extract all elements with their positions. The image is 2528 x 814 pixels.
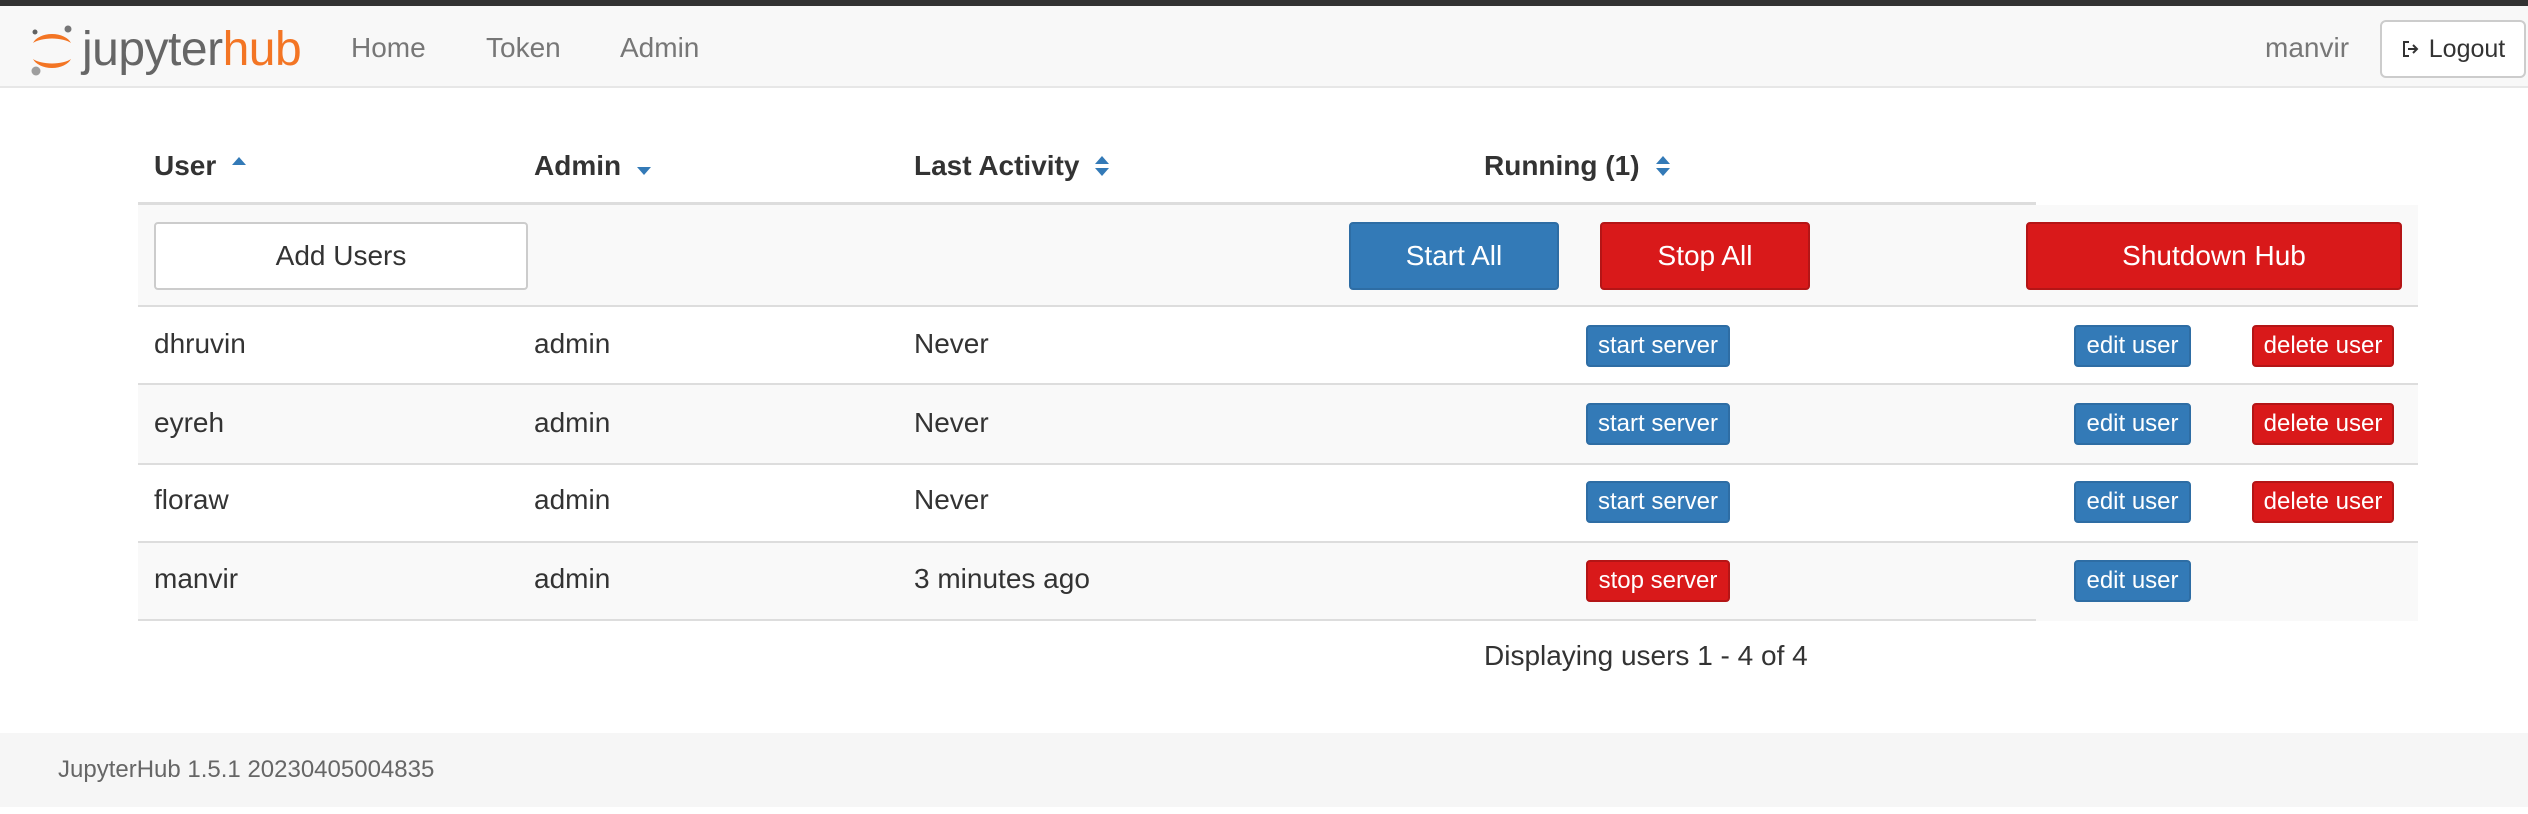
column-header-admin[interactable]: Admin xyxy=(534,148,653,184)
edit-user-button[interactable]: edit user xyxy=(2074,325,2191,367)
cell-user: manvir xyxy=(154,563,239,594)
row-divider xyxy=(138,305,2418,307)
cell-admin: admin xyxy=(534,328,611,359)
cell-user: dhruvin xyxy=(154,328,246,359)
sort-icon xyxy=(1654,153,1672,179)
column-label: Last Activity xyxy=(914,150,1080,181)
cell-user: eyreh xyxy=(154,407,225,438)
nav-token[interactable]: Token xyxy=(486,28,561,68)
delete-user-button[interactable]: delete user xyxy=(2252,325,2394,367)
start-server-button[interactable]: start server xyxy=(1586,481,1730,523)
pagination-info: Displaying users 1 - 4 of 4 xyxy=(1484,640,1808,671)
nav-home[interactable]: Home xyxy=(351,28,426,68)
shutdown-hub-button[interactable]: Shutdown Hub xyxy=(2026,222,2402,290)
delete-user-button[interactable]: delete user xyxy=(2252,403,2394,445)
column-header-user[interactable]: User xyxy=(154,148,248,184)
logo-text: jupyterhub xyxy=(82,23,302,76)
cell-admin: admin xyxy=(534,484,611,515)
cell-last-activity: 3 minutes ago xyxy=(914,563,1090,594)
delete-user-button[interactable]: delete user xyxy=(2252,481,2394,523)
jupyterhub-logo[interactable]: jupyterhub xyxy=(28,20,302,80)
stop-all-button[interactable]: Stop All xyxy=(1600,222,1810,290)
logout-button[interactable]: Logout xyxy=(2380,20,2526,78)
edit-user-button[interactable]: edit user xyxy=(2074,403,2191,445)
sign-out-icon xyxy=(2401,39,2421,59)
start-server-button[interactable]: start server xyxy=(1586,403,1730,445)
edit-user-button[interactable]: edit user xyxy=(2074,481,2191,523)
column-label: Running (1) xyxy=(1484,150,1640,181)
cell-last-activity: Never xyxy=(914,328,989,359)
cell-user: floraw xyxy=(154,484,229,515)
navbar: jupyterhub Home Token Admin manvir Logou… xyxy=(0,6,2528,88)
jupyter-logo-icon xyxy=(31,25,72,76)
sort-desc-icon xyxy=(635,155,653,177)
cell-admin: admin xyxy=(534,407,611,438)
cell-last-activity: Never xyxy=(914,484,989,515)
add-users-button[interactable]: Add Users xyxy=(154,222,528,290)
start-all-button[interactable]: Start All xyxy=(1349,222,1559,290)
row-divider xyxy=(138,463,2418,465)
stop-server-button[interactable]: stop server xyxy=(1586,560,1730,602)
row-divider xyxy=(138,619,2036,621)
footer: JupyterHub 1.5.1 20230405004835 xyxy=(0,733,2528,807)
column-label: User xyxy=(154,150,217,181)
nav-admin[interactable]: Admin xyxy=(620,28,699,68)
current-user: manvir xyxy=(2265,32,2350,63)
start-server-button[interactable]: start server xyxy=(1586,325,1730,367)
logout-label: Logout xyxy=(2428,34,2506,63)
column-header-last-activity[interactable]: Last Activity xyxy=(914,148,1111,184)
column-label: Admin xyxy=(534,150,622,181)
edit-user-button[interactable]: edit user xyxy=(2074,560,2191,602)
cell-last-activity: Never xyxy=(914,407,989,438)
column-header-running[interactable]: Running (1) xyxy=(1484,148,1672,184)
cell-admin: admin xyxy=(534,563,611,594)
sort-icon xyxy=(1093,153,1111,179)
version-text: JupyterHub 1.5.1 20230405004835 xyxy=(58,756,435,783)
sort-asc-icon xyxy=(230,157,248,167)
